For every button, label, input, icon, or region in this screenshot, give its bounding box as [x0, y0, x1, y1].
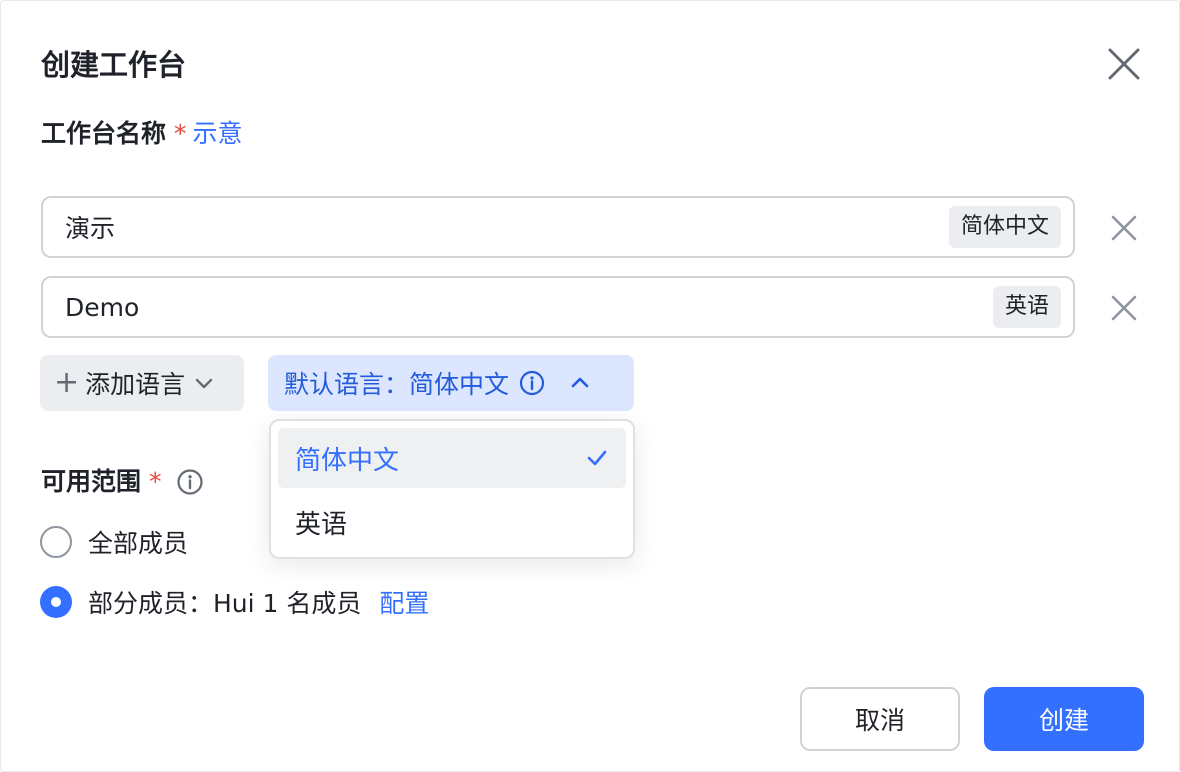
radio-label: 全部成员 — [88, 529, 189, 558]
close-button[interactable] — [1105, 45, 1143, 83]
remove-entry-button[interactable] — [1107, 291, 1141, 325]
dialog-title: 创建工作台 — [41, 48, 187, 82]
cancel-button[interactable]: 取消 — [800, 687, 960, 751]
scope-partial-members-radio[interactable]: 部分成员：Hui 1 名成员 配置 — [40, 584, 429, 620]
language-tag: 简体中文 — [948, 206, 1061, 248]
workspace-name-input-zh[interactable]: 演示 简体中文 — [41, 196, 1075, 258]
required-mark: * — [149, 467, 162, 496]
remove-entry-button[interactable] — [1107, 211, 1141, 245]
info-icon[interactable] — [519, 370, 545, 396]
create-workspace-dialog: 创建工作台 工作台名称 * 示意 演示 简体中文 Demo 英语 + 添加语言 … — [0, 0, 1180, 772]
scope-label-text: 可用范围 — [41, 467, 142, 496]
option-label: 英语 — [295, 509, 348, 540]
add-language-button[interactable]: + 添加语言 — [40, 355, 244, 411]
example-link[interactable]: 示意 — [193, 117, 243, 151]
info-icon[interactable] — [176, 468, 204, 496]
add-language-label: 添加语言 — [85, 370, 186, 399]
option-label: 简体中文 — [295, 445, 400, 476]
dropdown-option-zh[interactable]: 简体中文 — [278, 428, 626, 488]
create-button[interactable]: 创建 — [984, 687, 1144, 751]
check-icon — [587, 450, 607, 466]
scope-all-members-radio[interactable]: 全部成员 — [40, 524, 188, 560]
language-dropdown-menu: 简体中文 英语 — [269, 419, 635, 559]
workspace-name-input-en[interactable]: Demo 英语 — [41, 276, 1075, 338]
scope-label: 可用范围 * — [41, 465, 204, 499]
radio-button[interactable] — [40, 586, 72, 618]
workspace-name-value[interactable]: Demo — [65, 293, 993, 322]
close-icon — [1111, 295, 1137, 321]
chevron-up-icon — [571, 377, 589, 388]
dropdown-option-en[interactable]: 英语 — [278, 492, 626, 552]
default-language-select[interactable]: 默认语言：简体中文 — [268, 355, 634, 411]
workspace-name-label: 工作台名称 * 示意 — [41, 117, 243, 151]
close-icon — [1108, 48, 1140, 80]
language-tag: 英语 — [992, 286, 1061, 328]
close-icon — [1111, 215, 1137, 241]
radio-label: 部分成员：Hui 1 名成员 — [88, 589, 362, 618]
default-language-label: 默认语言：简体中文 — [284, 370, 510, 399]
plus-icon: + — [54, 365, 80, 400]
workspace-name-label-text: 工作台名称 — [41, 119, 167, 148]
chevron-down-icon — [195, 378, 213, 389]
radio-button[interactable] — [40, 526, 72, 558]
required-mark: * — [174, 119, 187, 148]
configure-link[interactable]: 配置 — [379, 584, 429, 620]
workspace-name-value[interactable]: 演示 — [65, 209, 949, 245]
